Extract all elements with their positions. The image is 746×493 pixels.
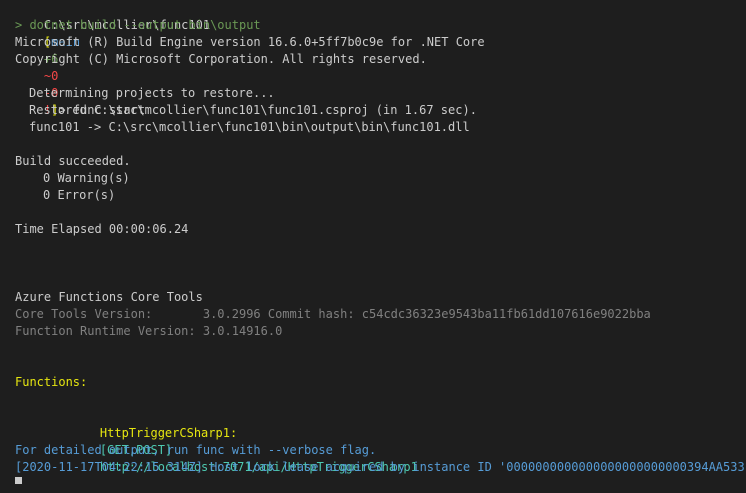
build-engine-line: Microsoft (R) Build Engine version 16.6.…	[15, 35, 485, 49]
functions-header: Functions:	[15, 375, 88, 389]
build-succeeded-line: Build succeeded.	[15, 154, 131, 168]
restored-line: Restored C:\src\mcollier\func101\func101…	[29, 103, 477, 117]
errors-line: 0 Error(s)	[43, 188, 116, 202]
function-name: HttpTriggerCSharp1:	[99, 426, 238, 440]
restore-line: Determining projects to restore...	[29, 86, 275, 100]
function-entry: HttpTriggerCSharp1: [GET,POST] http://lo…	[71, 408, 418, 474]
host-lock-line: [2020-11-17T04:22:15.314Z] Host lock lea…	[15, 460, 746, 474]
runtime-version-line: Function Runtime Version: 3.0.14916.0	[15, 324, 283, 338]
output-dll-line: func101 -> C:\src\mcollier\func101\bin\o…	[29, 120, 470, 134]
core-tools-version-line: Core Tools Version: 3.0.2996 Commit hash…	[15, 307, 651, 321]
terminal-cursor	[15, 477, 22, 484]
time-elapsed-line: Time Elapsed 00:00:06.24	[15, 222, 189, 236]
prompt-line: C:\src\mcollier\func101 [main +6 ~0 -0 !…	[15, 0, 210, 117]
terminal-window[interactable]: C:\src\mcollier\func101 [main +6 ~0 -0 !…	[0, 0, 746, 484]
copyright-line: Copyright (C) Microsoft Corporation. All…	[15, 52, 427, 66]
warnings-line: 0 Warning(s)	[43, 171, 130, 185]
core-tools-title: Azure Functions Core Tools	[15, 290, 203, 304]
verbose-hint-line: For detailed output, run func with --ver…	[15, 443, 377, 457]
git-modified: ~0	[43, 69, 59, 83]
build-command-line: > dotnet build --output bin\output	[15, 18, 261, 32]
